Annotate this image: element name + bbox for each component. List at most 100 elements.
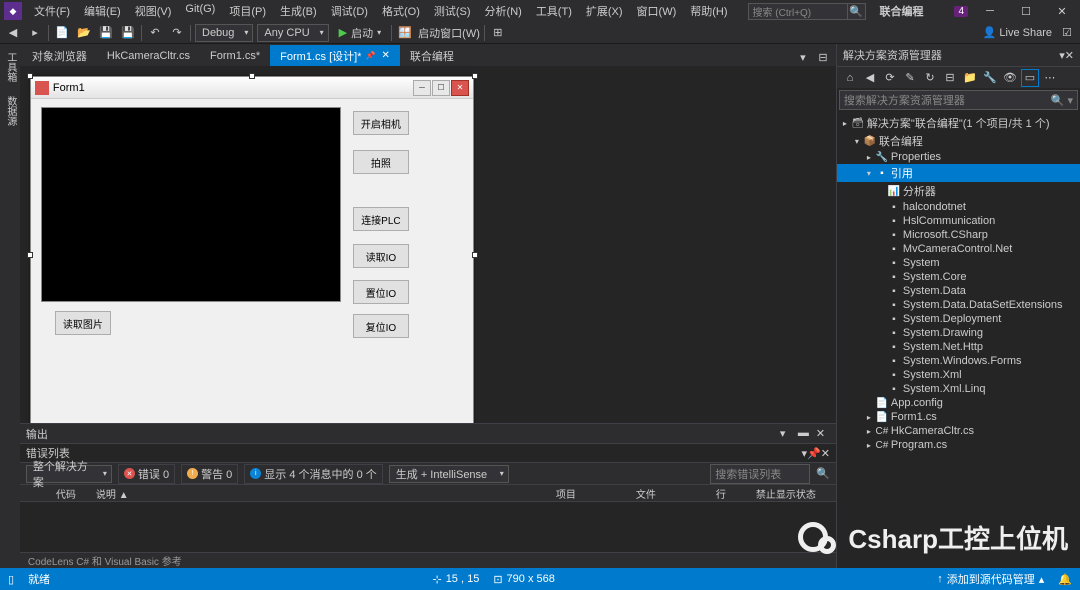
resize-handle[interactable] — [472, 73, 478, 79]
errlist-search[interactable]: 搜索错误列表 — [710, 464, 810, 484]
tree-node[interactable]: ▪System.Data — [837, 284, 1080, 298]
errlist-col[interactable]: 行 — [706, 486, 746, 501]
menu-文件(F)[interactable]: 文件(F) — [28, 1, 76, 21]
sx-pen-icon[interactable]: ✎ — [901, 69, 919, 87]
tree-node[interactable]: ▪System.Data.DataSetExtensions — [837, 298, 1080, 312]
save-icon[interactable]: 💾 — [97, 24, 115, 42]
tab-overflow-icon[interactable]: ▾ — [794, 48, 812, 66]
menu-调试(D)[interactable]: 调试(D) — [325, 1, 374, 21]
menu-测试(S)[interactable]: 测试(S) — [428, 1, 477, 21]
status-bell-icon[interactable]: 🔔 — [1058, 573, 1072, 586]
output-panel-header[interactable]: 输出 ▾ ▬ ✕ — [20, 423, 836, 443]
menu-帮助(H)[interactable]: 帮助(H) — [684, 1, 733, 21]
doc-tab[interactable]: Form1.cs* — [200, 45, 270, 66]
platform-dropdown[interactable]: Any CPU — [257, 24, 328, 42]
picturebox[interactable] — [41, 107, 341, 302]
set-io-button[interactable]: 置位IO — [353, 280, 409, 304]
undo-icon[interactable]: ↶ — [146, 24, 164, 42]
tree-node[interactable]: ▪System.Net.Http — [837, 340, 1080, 354]
tree-node[interactable]: ▸C#HkCameraCltr.cs — [837, 424, 1080, 438]
doc-tab[interactable]: HkCameraCltr.cs — [97, 45, 200, 66]
maximize-button[interactable]: ☐ — [1012, 1, 1040, 21]
start-button[interactable]: ▶启动▾ — [333, 25, 387, 41]
errlist-col[interactable]: 项目 — [546, 486, 626, 501]
close-button[interactable]: ✕ — [1048, 1, 1076, 21]
tree-node[interactable]: ▸🗃解决方案"联合编程"(1 个项目/共 1 个) — [837, 114, 1080, 132]
sx-collapse-icon[interactable]: ⊟ — [941, 69, 959, 87]
errlist-close-icon[interactable]: ✕ — [821, 447, 830, 460]
tree-node[interactable]: ▪System — [837, 256, 1080, 270]
sx-back-icon[interactable]: ◀ — [861, 69, 879, 87]
tree-node[interactable]: ▾📦联合编程 — [837, 132, 1080, 150]
tree-node[interactable]: ▪MvCameraControl.Net — [837, 242, 1080, 256]
sx-more-icon[interactable]: ⋯ — [1041, 69, 1059, 87]
errlist-col[interactable]: 禁止显示状态 — [746, 486, 836, 501]
doc-tab[interactable]: Form1.cs [设计]*📌✕ — [270, 45, 400, 66]
tree-node[interactable]: ▪System.Drawing — [837, 326, 1080, 340]
menu-生成(B)[interactable]: 生成(B) — [274, 1, 323, 21]
tree-node[interactable]: 📊分析器 — [837, 182, 1080, 200]
menu-分析(N)[interactable]: 分析(N) — [479, 1, 528, 21]
tree-node[interactable]: ▸📄Form1.cs — [837, 410, 1080, 424]
tree-node[interactable]: ▪System.Core — [837, 270, 1080, 284]
nav-fwd-icon[interactable]: ▸ — [26, 24, 44, 42]
open-camera-button[interactable]: 开启相机 — [353, 111, 409, 135]
sx-showall-icon[interactable]: 📁 — [961, 69, 979, 87]
sx-close-icon[interactable]: ✕ — [1065, 49, 1074, 62]
feedback-icon[interactable]: ☑ — [1058, 24, 1076, 42]
startwin-label[interactable]: 启动窗口(W) — [418, 25, 480, 41]
startwin-icon[interactable]: 🪟 — [396, 24, 414, 42]
config-dropdown[interactable]: Debug — [195, 24, 253, 42]
menu-项目(P)[interactable]: 项目(P) — [223, 1, 272, 21]
status-source-control[interactable]: ↑ 添加到源代码管理 ▴ — [937, 571, 1044, 587]
load-image-button[interactable]: 读取图片 — [55, 311, 111, 335]
open-icon[interactable]: 📂 — [75, 24, 93, 42]
liveshare-button[interactable]: 👤 Live Share — [983, 26, 1052, 39]
menu-格式(O)[interactable]: 格式(O) — [376, 1, 426, 21]
sx-home-icon[interactable]: ⌂ — [841, 69, 859, 87]
errlist-col[interactable]: 说明 ▲ — [86, 486, 546, 501]
form-designer-surface[interactable]: Form1 ─ ☐ ✕ 开启相机 拍照 连接PLC 读取IO 置位IO 复位IO… — [20, 66, 836, 423]
panel-dropdown-icon[interactable]: ▾ — [780, 427, 794, 441]
toolbox-tab[interactable]: 工具箱 — [0, 46, 20, 88]
menu-视图(V)[interactable]: 视图(V) — [129, 1, 178, 21]
tree-node[interactable]: ▪Microsoft.CSharp — [837, 228, 1080, 242]
messages-filter[interactable]: i显示 4 个消息中的 0 个 — [244, 464, 382, 484]
tree-node[interactable]: ▪HslCommunication — [837, 214, 1080, 228]
panel-pin-icon[interactable]: ▬ — [798, 427, 812, 441]
warnings-filter[interactable]: !警告 0 — [181, 464, 238, 484]
doc-tab[interactable]: 联合编程 — [400, 45, 464, 66]
sx-properties-icon[interactable]: 🔧 — [981, 69, 999, 87]
sx-view-icon[interactable]: ▭ — [1021, 69, 1039, 87]
connect-plc-button[interactable]: 连接PLC — [353, 207, 409, 231]
menu-Git(G)[interactable]: Git(G) — [179, 1, 221, 21]
new-item-icon[interactable]: 📄 — [53, 24, 71, 42]
nav-back-icon[interactable]: ◀ — [4, 24, 22, 42]
save-all-icon[interactable]: 💾 — [119, 24, 137, 42]
resize-handle[interactable] — [249, 73, 255, 79]
menu-工具(T)[interactable]: 工具(T) — [530, 1, 578, 21]
resize-handle[interactable] — [27, 73, 33, 79]
tree-node[interactable]: ▪System.Xml — [837, 368, 1080, 382]
errlist-col[interactable]: 文件 — [626, 486, 706, 501]
resize-handle[interactable] — [27, 252, 33, 258]
menu-窗口(W)[interactable]: 窗口(W) — [631, 1, 683, 21]
tree-node[interactable]: ▪System.Deployment — [837, 312, 1080, 326]
datasource-tab[interactable]: 数据源 — [0, 90, 20, 132]
align-icon[interactable]: ⊞ — [489, 24, 507, 42]
panel-close-icon[interactable]: ✕ — [816, 427, 830, 441]
search-box[interactable]: 搜索 (Ctrl+Q) — [748, 3, 848, 20]
notification-badge[interactable]: 4 — [954, 6, 968, 17]
errlist-scope-dropdown[interactable]: 整个解决方案 — [26, 465, 112, 483]
resize-handle[interactable] — [472, 252, 478, 258]
tree-node[interactable]: 📄App.config — [837, 396, 1080, 410]
sx-search-input[interactable]: 搜索解决方案资源管理器🔍 ▾ — [839, 90, 1078, 110]
reset-io-button[interactable]: 复位IO — [353, 314, 409, 338]
snap-button[interactable]: 拍照 — [353, 150, 409, 174]
errors-filter[interactable]: ✕错误 0 — [118, 464, 175, 484]
tree-node[interactable]: ▪halcondotnet — [837, 200, 1080, 214]
search-icon[interactable]: 🔍 — [816, 467, 830, 480]
minimize-button[interactable]: ─ — [976, 1, 1004, 21]
tree-node[interactable]: ▸🔧Properties — [837, 150, 1080, 164]
menu-编辑(E)[interactable]: 编辑(E) — [78, 1, 127, 21]
